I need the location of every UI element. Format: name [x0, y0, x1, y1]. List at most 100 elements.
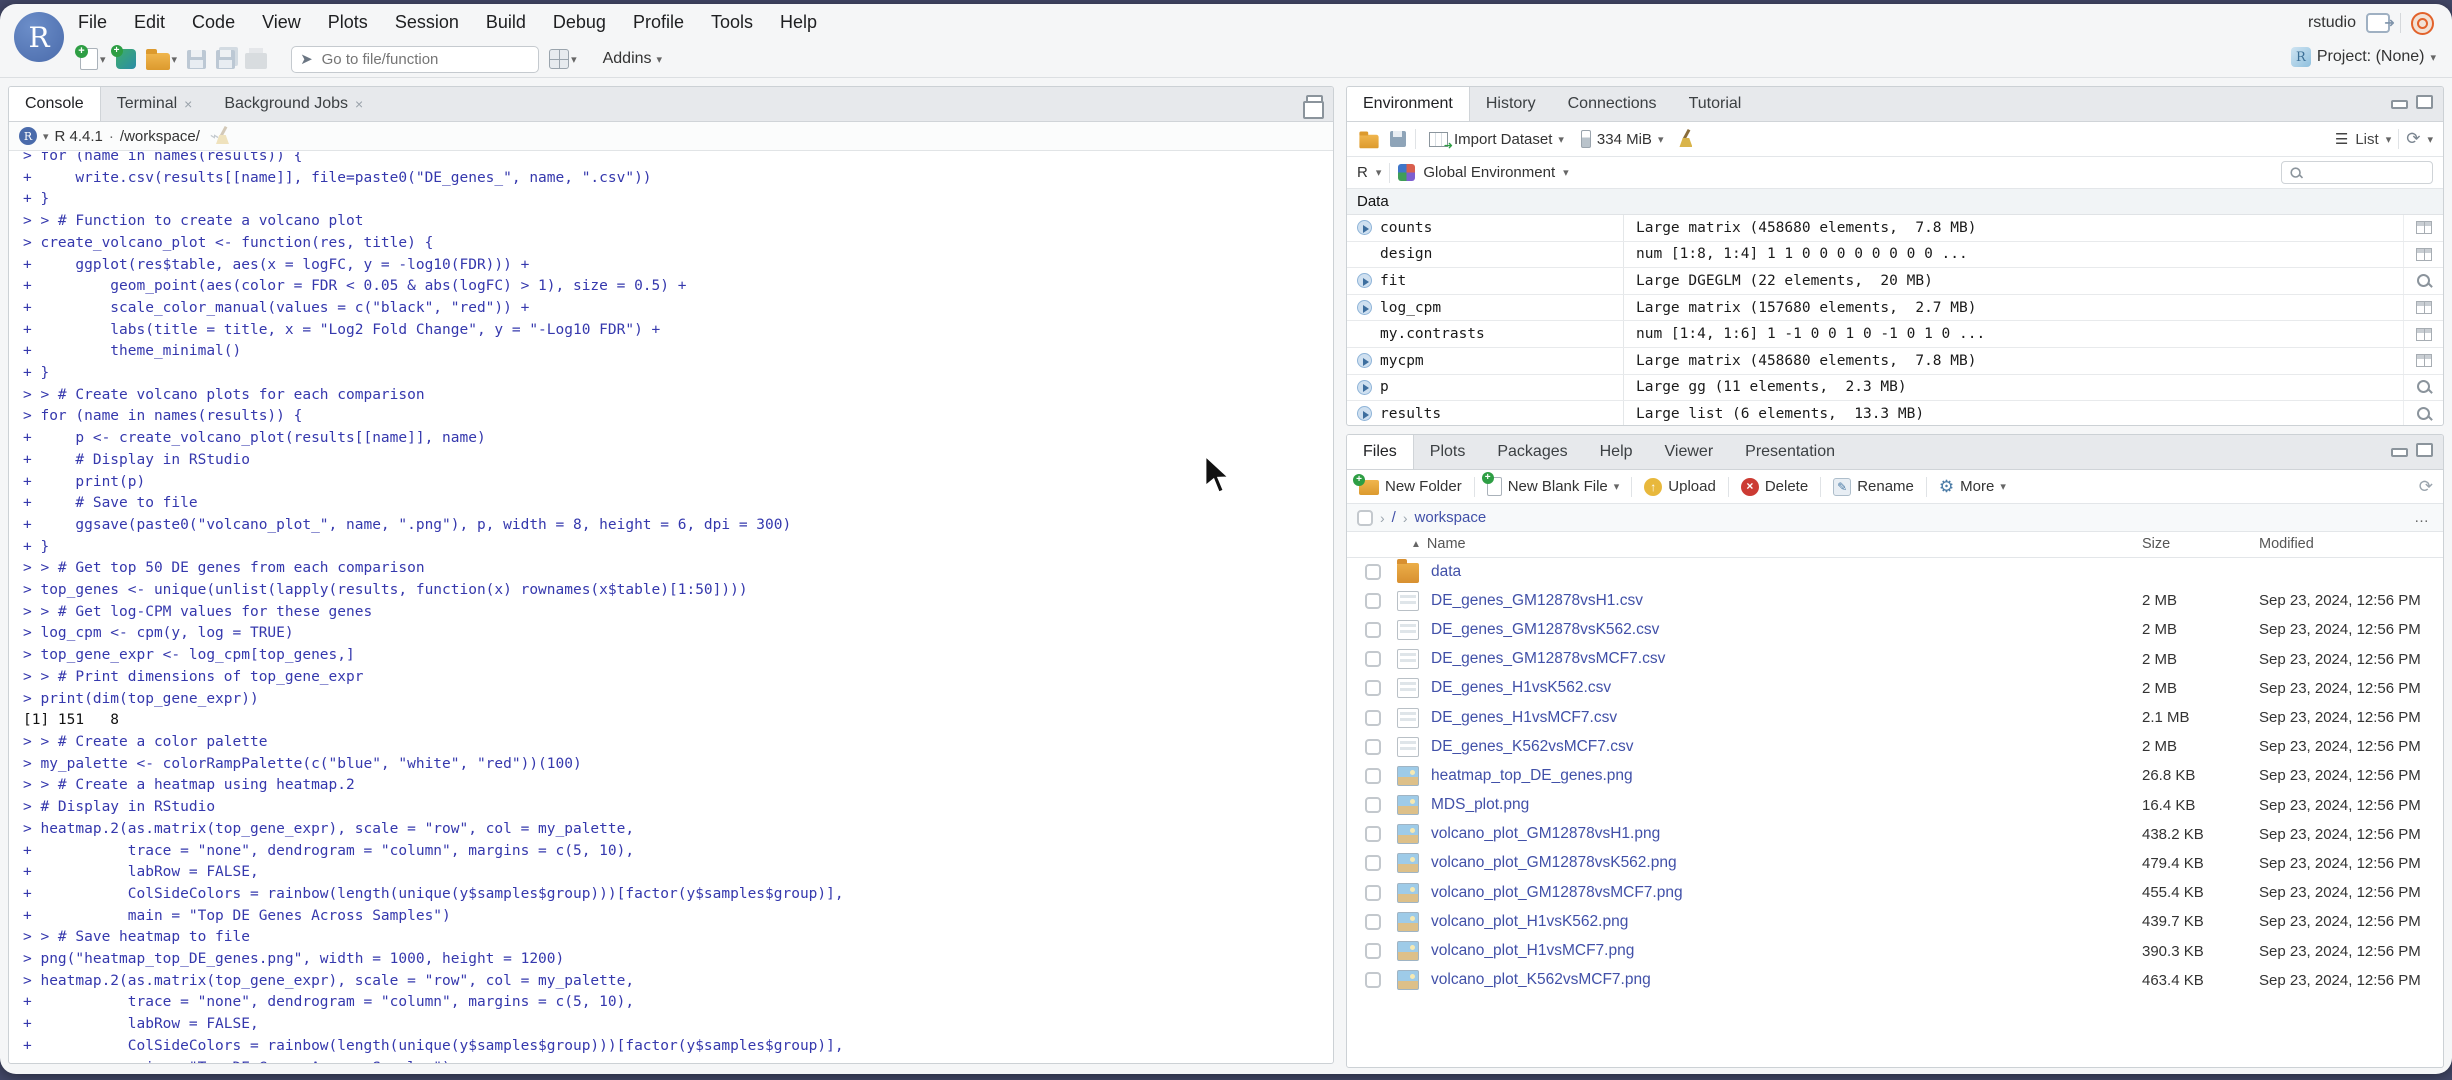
console-output-area[interactable]: > for (name in names(results)) {+ write.…	[9, 152, 1333, 1063]
expand-arrow-icon[interactable]	[1357, 406, 1372, 422]
breadcrumb-root[interactable]: /	[1392, 509, 1396, 526]
clear-objects-icon[interactable]	[1676, 129, 1696, 149]
environment-row[interactable]: fit Large DGEGLM (22 elements, 20 MB)	[1347, 268, 2443, 295]
chevron-down-icon[interactable]: ▾	[43, 130, 49, 143]
file-name-link[interactable]: MDS_plot.png	[1431, 796, 1529, 814]
menu-code[interactable]: Code	[192, 12, 235, 33]
file-checkbox[interactable]	[1365, 621, 1381, 638]
file-checkbox[interactable]	[1365, 592, 1381, 609]
expand-arrow-icon[interactable]	[1357, 353, 1372, 369]
file-checkbox[interactable]	[1365, 826, 1381, 843]
tab-viewer[interactable]: Viewer	[1649, 435, 1730, 469]
expand-arrow-icon[interactable]	[1357, 300, 1372, 316]
menu-debug[interactable]: Debug	[553, 12, 606, 33]
view-table-icon[interactable]	[2415, 301, 2432, 315]
file-row[interactable]: DE_genes_H1vsK562.csv 2 MB Sep 23, 2024, 1…	[1347, 674, 2443, 703]
project-selector[interactable]: R Project: (None) ▾	[2290, 47, 2436, 67]
memory-usage-button[interactable]: 334 MiB ▾	[1577, 130, 1668, 148]
upload-button[interactable]: ↑ Upload	[1640, 477, 1720, 496]
tab-environment[interactable]: Environment	[1347, 87, 1470, 121]
close-icon[interactable]: ×	[184, 96, 192, 112]
quit-session-icon[interactable]	[2411, 11, 2434, 35]
file-row[interactable]: volcano_plot_GM12878vsH1.png 438.2 KB Sep …	[1347, 820, 2443, 849]
column-header-modified[interactable]: Modified	[2259, 536, 2314, 552]
file-checkbox[interactable]	[1365, 767, 1381, 784]
file-checkbox[interactable]	[1365, 738, 1381, 755]
open-file-button[interactable]: ▾	[145, 48, 177, 70]
expand-arrow-icon[interactable]	[1357, 273, 1372, 289]
expand-arrow-icon[interactable]	[1357, 220, 1372, 236]
maximize-icon[interactable]	[2416, 95, 2433, 109]
save-icon[interactable]	[187, 49, 207, 69]
file-name-link[interactable]: volcano_plot_GM12878vsK562.png	[1431, 854, 1677, 872]
view-table-icon[interactable]	[2415, 247, 2432, 261]
tab-terminal[interactable]: Terminal ×	[101, 87, 209, 121]
file-row[interactable]: DE_genes_H1vsMCF7.csv 2.1 MB Sep 23, 2024,…	[1347, 703, 2443, 732]
file-name-link[interactable]: DE_genes_GM12878vsK562.csv	[1431, 621, 1659, 639]
view-table-icon[interactable]	[2415, 327, 2432, 341]
file-checkbox[interactable]	[1365, 797, 1381, 814]
file-row[interactable]: data	[1347, 557, 2443, 586]
file-row[interactable]: DE_genes_GM12878vsH1.csv 2 MB Sep 23, 2024…	[1347, 586, 2443, 615]
inspect-icon[interactable]	[2416, 273, 2432, 289]
file-name-link[interactable]: volcano_plot_GM12878vsMCF7.png	[1431, 884, 1683, 902]
file-name-link[interactable]: volcano_plot_K562vsMCF7.png	[1431, 971, 1651, 989]
tab-connections[interactable]: Connections	[1552, 87, 1673, 121]
menu-session[interactable]: Session	[395, 12, 459, 33]
close-icon[interactable]: ×	[355, 96, 363, 112]
file-row[interactable]: volcano_plot_GM12878vsK562.png 479.4 KB Se…	[1347, 849, 2443, 878]
menu-help[interactable]: Help	[780, 12, 817, 33]
tab-console[interactable]: Console	[9, 87, 101, 121]
minimize-icon[interactable]	[2391, 100, 2408, 109]
tab-tutorial[interactable]: Tutorial	[1673, 87, 1758, 121]
environment-search-input[interactable]	[2309, 164, 2419, 181]
refresh-icon[interactable]: ⟳	[2419, 477, 2433, 497]
rename-button[interactable]: ✎ Rename	[1829, 477, 1918, 496]
column-header-name[interactable]: ▲ Name	[1411, 536, 1466, 552]
view-table-icon[interactable]	[2415, 221, 2432, 235]
file-name-link[interactable]: volcano_plot_H1vsMCF7.png	[1431, 942, 1634, 960]
file-name-link[interactable]: volcano_plot_GM12878vsH1.png	[1431, 825, 1660, 843]
column-header-size[interactable]: Size	[2142, 536, 2170, 552]
new-file-button[interactable]: + ▾	[75, 45, 106, 70]
file-name-link[interactable]: DE_genes_H1vsMCF7.csv	[1431, 709, 1617, 727]
inspect-icon[interactable]	[2416, 379, 2432, 395]
file-row[interactable]: volcano_plot_K562vsMCF7.png 463.4 KB Sep 2…	[1347, 966, 2443, 995]
maximize-icon[interactable]	[2416, 443, 2433, 457]
file-checkbox[interactable]	[1365, 884, 1381, 901]
more-button[interactable]: ⚙ More ▾	[1935, 478, 2010, 495]
load-workspace-icon[interactable]	[1359, 130, 1379, 148]
environment-search-box[interactable]	[2281, 161, 2433, 184]
tab-background-jobs[interactable]: Background Jobs ×	[208, 87, 379, 121]
tab-history[interactable]: History	[1470, 87, 1552, 121]
panes-icon[interactable]	[1303, 95, 1324, 119]
file-checkbox[interactable]	[1365, 972, 1381, 989]
sign-out-icon[interactable]	[2366, 13, 2395, 33]
file-checkbox[interactable]	[1365, 855, 1381, 872]
goto-file-function-input[interactable]	[319, 49, 510, 69]
file-name-link[interactable]: DE_genes_K562vsMCF7.csv	[1431, 738, 1633, 756]
expand-arrow-icon[interactable]	[1357, 379, 1372, 395]
menu-profile[interactable]: Profile	[633, 12, 684, 33]
clear-console-icon[interactable]	[213, 126, 233, 146]
file-checkbox[interactable]	[1365, 913, 1381, 930]
file-row[interactable]: DE_genes_GM12878vsMCF7.csv 2 MB Sep 23, 20…	[1347, 645, 2443, 674]
file-name-link[interactable]: volcano_plot_H1vsK562.png	[1431, 913, 1628, 931]
import-dataset-button[interactable]: Import Dataset ▾	[1425, 131, 1568, 152]
menu-file[interactable]: File	[78, 12, 107, 33]
environment-row[interactable]: mycpm Large matrix (458680 elements, 7.8 …	[1347, 347, 2443, 375]
save-workspace-icon[interactable]	[1390, 131, 1406, 147]
file-row[interactable]: MDS_plot.png 16.4 KB Sep 23, 2024, 12:56 P…	[1347, 791, 2443, 820]
file-name-link[interactable]: heatmap_top_DE_genes.png	[1431, 767, 1633, 785]
file-name-link[interactable]: DE_genes_GM12878vsH1.csv	[1431, 592, 1643, 610]
file-row[interactable]: DE_genes_GM12878vsK562.csv 2 MB Sep 23, 20…	[1347, 615, 2443, 644]
environment-row[interactable]: counts Large matrix (458680 elements, 7.8…	[1347, 215, 2443, 242]
tab-plots[interactable]: Plots	[1414, 435, 1482, 469]
file-row[interactable]: volcano_plot_GM12878vsMCF7.png 455.4 KB Se…	[1347, 878, 2443, 907]
refresh-icon[interactable]: ⟳	[2406, 129, 2420, 149]
view-table-icon[interactable]	[2415, 354, 2432, 368]
file-name-link[interactable]: DE_genes_H1vsK562.csv	[1431, 679, 1611, 697]
file-name-link[interactable]: DE_genes_GM12878vsMCF7.csv	[1431, 650, 1665, 668]
tab-packages[interactable]: Packages	[1481, 435, 1583, 469]
language-selector[interactable]: R	[1357, 164, 1368, 181]
